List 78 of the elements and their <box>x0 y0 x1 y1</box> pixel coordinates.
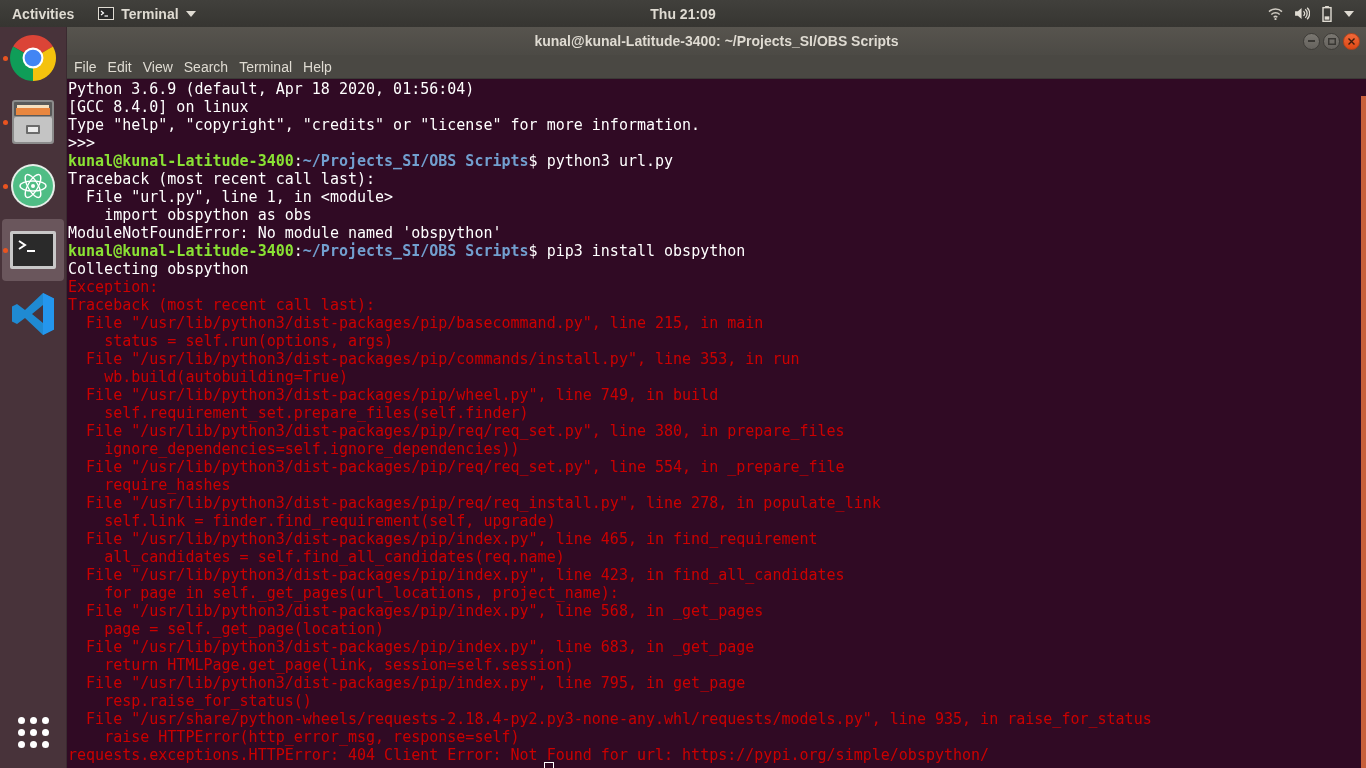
error-line: self.link = finder.find_requirement(self, upgrade) <box>104 512 556 530</box>
error-line: File "/usr/lib/python3/dist-packages/pip/commands/install.py", line 353, in run <box>86 350 800 368</box>
error-line: raise HTTPError(http_error_msg, response=self) <box>104 728 520 746</box>
activities-button[interactable]: Activities <box>4 0 83 27</box>
output-line: >>> <box>68 134 96 152</box>
error-line: all_candidates = self.find_all_candidates(req.name) <box>104 548 565 566</box>
error-line: return HTMLPage.get_page(link, session=self.session) <box>104 656 574 674</box>
output-line: Traceback (most recent call last): <box>68 170 376 188</box>
error-line: File "/usr/lib/python3/dist-packages/pip/req/req_install.py", line 278, in populate_link <box>86 494 881 512</box>
error-line: ignore_dependencies=self.ignore_dependencies)) <box>104 440 520 458</box>
error-line: File "/usr/lib/python3/dist-packages/pip/index.py", line 465, in find_requirement <box>86 530 818 548</box>
command-text: $ pip3 install obspython <box>528 242 746 260</box>
error-line: File "/usr/lib/python3/dist-packages/pip/index.py", line 795, in get_page <box>86 674 746 692</box>
error-line: page = self._get_page(location) <box>104 620 385 638</box>
command-text: $ python3 url.py <box>528 152 674 170</box>
error-line: File "/usr/lib/python3/dist-packages/pip/index.py", line 423, in find_all_candidates <box>86 566 845 584</box>
prompt-user-host: kunal@kunal-Latitude-3400 <box>68 242 294 260</box>
output-line: File "url.py", line 1, in <module> <box>86 188 394 206</box>
output-line: Type "help", "copyright", "credits" or "license" for more information. <box>68 116 701 134</box>
output-line: ModuleNotFoundError: No module named 'obspython' <box>68 224 502 242</box>
error-line: requests.exceptions.HTTPError: 404 Client Error: Not Found for url: https://pypi.org/simple/obspython/ <box>68 746 990 764</box>
menu-item[interactable]: File <box>69 56 102 77</box>
app-menu-label: Terminal <box>121 5 179 22</box>
volume-icon <box>1295 7 1310 20</box>
browser-icon <box>10 35 56 81</box>
app-menu-button[interactable]: Terminal <box>90 0 204 27</box>
prompt-separator: : <box>293 152 303 170</box>
battery-icon <box>1322 5 1332 22</box>
error-line: self.requirement_set.prepare_files(self.finder) <box>104 404 529 422</box>
wifi-icon <box>1268 7 1283 20</box>
scrollbar-thumb[interactable] <box>1361 96 1366 768</box>
error-line: File "/usr/lib/python3/dist-packages/pip/index.py", line 683, in _get_page <box>86 638 755 656</box>
text-cursor <box>544 762 554 768</box>
error-line: File "/usr/lib/python3/dist-packages/pip/req/req_set.py", line 554, in _prepare_file <box>86 458 845 476</box>
battery-button[interactable] <box>1322 4 1332 23</box>
output-line: [GCC 8.4.0] on linux <box>68 98 249 116</box>
dock-app-button[interactable] <box>2 219 64 281</box>
menu-item[interactable]: Edit <box>102 56 137 77</box>
output-line: Collecting obspython <box>68 260 249 278</box>
menu-item[interactable]: View <box>137 56 178 77</box>
prompt-user-host: kunal@kunal-Latitude-3400 <box>68 152 294 170</box>
maximize-icon <box>1327 37 1336 45</box>
app-grid-icon <box>17 716 49 748</box>
error-line: Exception: <box>68 278 159 296</box>
caret-icon <box>1344 10 1354 17</box>
prompt-path: ~/Projects_SI/OBS Scripts <box>302 152 529 170</box>
maximize-button[interactable] <box>1323 32 1340 50</box>
error-line: resp.raise_for_status() <box>104 692 312 710</box>
prompt-path: ~/Projects_SI/OBS Scripts <box>302 242 529 260</box>
error-line: File "/usr/lib/python3/dist-packages/pip/basecommand.py", line 215, in main <box>86 314 764 332</box>
caret-icon <box>185 10 196 17</box>
error-line: File "/usr/share/python-wheels/requests-2.18.4-py2.py3-none-any.whl/requests/models.py", line 935, in raise_for_status <box>86 710 1152 728</box>
close-icon <box>1348 37 1355 45</box>
volume-button[interactable] <box>1295 4 1310 23</box>
menu-item[interactable]: Search <box>178 56 234 77</box>
minimize-button[interactable] <box>1303 32 1320 50</box>
atom-icon <box>11 164 55 208</box>
terminal-icon <box>10 231 56 269</box>
terminal-icon <box>98 7 115 20</box>
output-line: import obspython as obs <box>104 206 312 224</box>
prompt-separator: : <box>293 242 303 260</box>
error-line: File "/usr/lib/python3/dist-packages/pip/index.py", line 568, in _get_pages <box>86 602 764 620</box>
error-line: wb.build(autobuilding=True) <box>104 368 348 386</box>
menu-item[interactable]: Terminal <box>234 56 298 77</box>
error-line: status = self.run(options, args) <box>104 332 394 350</box>
file-cabinet-icon <box>12 100 54 144</box>
error-line: for page in self._get_pages(url_locations, project_name): <box>104 584 619 602</box>
menu-item[interactable]: Help <box>298 56 337 77</box>
error-line: require_hashes <box>104 476 231 494</box>
output-line: Python 3.6.9 (default, Apr 18 2020, 01:56:04) <box>68 80 475 98</box>
clock-button[interactable]: Thu 21:09 <box>642 0 724 27</box>
window-title: kunal@kunal-Latitude-3400: ~/Projects_SI/OBS Scripts <box>534 33 899 49</box>
error-line: Traceback (most recent call last): <box>68 296 376 314</box>
close-button[interactable] <box>1343 32 1360 50</box>
minimize-icon <box>1308 40 1315 42</box>
error-line: File "/usr/lib/python3/dist-packages/pip/wheel.py", line 749, in build <box>86 386 719 404</box>
code-editor-icon <box>12 293 54 335</box>
error-line: File "/usr/lib/python3/dist-packages/pip/req/req_set.py", line 380, in prepare_files <box>86 422 845 440</box>
